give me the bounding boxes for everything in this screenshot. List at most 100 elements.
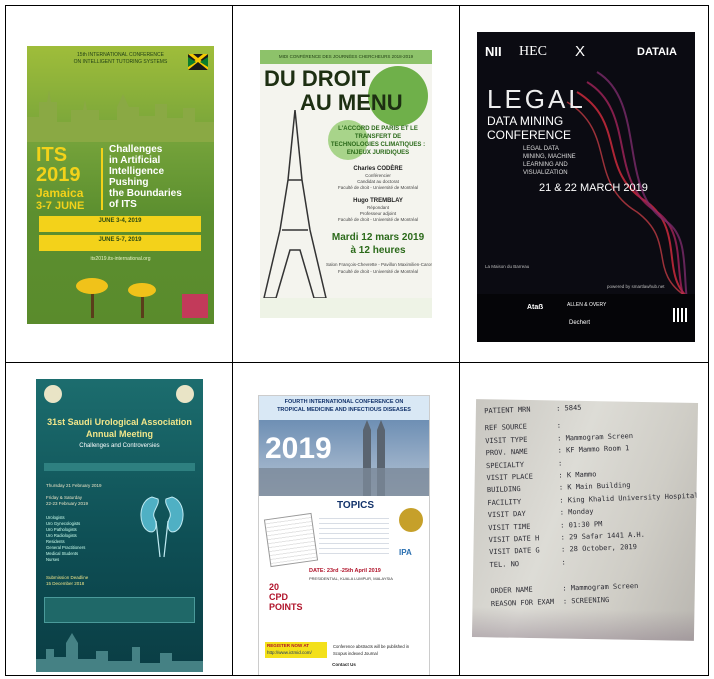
its-place: Jamaica [36, 186, 84, 200]
tropical-topics-list [319, 514, 389, 556]
slip-label: PATIENT MRN [484, 405, 531, 416]
slip-value: : 28 October, 2019 [560, 543, 638, 555]
its-box-2-text: JUNE 5-7, 2019 [98, 237, 142, 243]
slip-value: : [561, 558, 566, 567]
droit-speaker-1-role2: Candidat au doctorat [357, 179, 399, 184]
saudi-logo-left-icon [44, 385, 62, 403]
its-dates: 3-7 JUNE [36, 200, 85, 212]
saudi-logo-right-icon [176, 385, 194, 403]
its-year: 2019 [36, 164, 81, 186]
saudi-deadline: Submission Deadline [46, 575, 89, 580]
slip-value: : KF Mammo Room 1 [557, 444, 630, 455]
droit-subtitle-1: L'ACCORD DE PARIS ET LE [338, 126, 418, 132]
saudi-aud-6: Medical Students [46, 551, 79, 556]
droit-subtitle-2: TRANSFERT DE [354, 134, 402, 140]
its-header: 15th INTERNATIONAL CONFERENCE [77, 52, 164, 58]
legal-logo-hec: HEC [519, 44, 547, 59]
droit-header: MIDI CONFÉRENCE DES JOURNÉES CHERCHEURS … [278, 54, 414, 59]
slip-value: : [556, 421, 562, 431]
saudi-aud-0: Urologists [46, 515, 65, 520]
grid-cell-saudi: 31st Saudi Urological Association Annual… [5, 362, 233, 676]
tropical-contact: Contact Us [332, 662, 356, 667]
saudi-aud-1: Uro Gynecologists [46, 521, 81, 526]
tropical-venue: PRESIDENTIAL, KUALA LUMPUR, MALAYSIA [309, 576, 393, 581]
slip-value: : Mammogram Screen [557, 431, 634, 443]
legal-dates: 21 & 22 MARCH 2019 [539, 182, 648, 194]
its-tagline-3: Intelligence [109, 166, 165, 177]
slip-value: : K Mammo [558, 470, 597, 480]
tropical-notice-card [263, 512, 319, 568]
legal-title-3: CONFERENCE [487, 128, 572, 142]
saudi-aud-3: Uro Radiologists [46, 533, 77, 538]
slip-value: : King Khalid University Hospital [559, 491, 699, 505]
legal-title-2: DATA MINING [487, 114, 564, 128]
droit-title-1: DU DROIT [264, 66, 371, 91]
grid-cell-droit: MIDI CONFÉRENCE DES JOURNÉES CHERCHEURS … [232, 5, 460, 363]
legal-sub-2: MINING, MACHINE [523, 154, 576, 160]
grid-cell-legal: NII HEC X DATAIA LEGAL DATA MINING CONFE… [459, 5, 709, 363]
saudi-date-3: 22-23 February 2019 [46, 501, 89, 506]
saudi-date-2: Friday & Saturday [46, 495, 83, 500]
its-tagline-4: Pushing [109, 177, 149, 188]
tropical-abstract-2: Scopus indexed Journal [333, 651, 378, 656]
grid-cell-tropical: FOURTH INTERNATIONAL CONFERENCE ON TROPI… [232, 362, 460, 676]
droit-venue-1: Salon François-Chevrette - Pavillon Maxi… [326, 262, 432, 267]
droit-speaker-1-role: Conférencier [365, 173, 391, 178]
qr-code-icon [673, 308, 687, 322]
tropical-ipa: IPA [399, 548, 412, 557]
legal-logo-dataia: DATAIA [637, 46, 677, 58]
slip-value: : K Main Building [558, 481, 631, 493]
droit-subtitle-4: ENJEUX JURIDIQUES [346, 150, 410, 156]
legal-footer: powered by smartlawhub.net [607, 284, 665, 289]
slip-label: TEL. NO [489, 559, 520, 569]
its-divider [101, 148, 103, 210]
droit-date: Mardi 12 mars 2019 [331, 232, 425, 243]
jamaica-flag-icon [188, 54, 208, 70]
tropical-poster: FOURTH INTERNATIONAL CONFERENCE ON TROPI… [258, 395, 430, 675]
legal-sponsor-1: Ataẞ [527, 304, 544, 311]
its-box-2: JUNE 5-7, 2019 [39, 235, 201, 251]
legal-sponsor-3: Dechert [569, 320, 591, 326]
tropical-topics: TOPICS [337, 500, 375, 511]
eiffel-tower-icon [263, 110, 327, 299]
city-skyline-icon [27, 90, 214, 142]
tropical-year: 2019 [265, 432, 332, 465]
tropical-header-2: TROPICAL MEDICINE AND INFECTIOUS DISEASE… [277, 407, 411, 413]
droit-venue-2: Faculté de droit - Université de Montréa… [337, 269, 419, 274]
tropical-abstract-1: Conference abstracts will be published i… [333, 644, 410, 649]
slip-value: : 29 Safar 1441 A.H. [560, 530, 646, 542]
tropical-register-1: REGISTER NOW AT [267, 643, 309, 648]
slip-value: : [557, 459, 563, 468]
tropical-cpd-3: POINTS [269, 602, 303, 612]
saudi-title-2: Annual Meeting [86, 429, 153, 439]
legal-logo-nii: NII [485, 44, 502, 59]
its-box-1-text: JUNE 3-4, 2019 [98, 218, 142, 224]
droit-time: à 12 heures [350, 245, 406, 256]
legal-logo-x: X [575, 43, 586, 60]
its-poster: 15th INTERNATIONAL CONFERENCE ON INTELLI… [27, 46, 214, 324]
legal-sub-3: LEARNING AND [523, 162, 568, 168]
saudi-deadline-date: 15 December 2018 [46, 581, 85, 586]
its-box-1: JUNE 3-4, 2019 [39, 216, 201, 232]
legal-title-1: LEGAL [487, 84, 586, 114]
droit-subtitle-3: TECHNOLOGIES CLIMATIQUES : [330, 142, 426, 148]
legal-poster: NII HEC X DATAIA LEGAL DATA MINING CONFE… [477, 32, 695, 342]
slip-value: : Monday [559, 507, 594, 517]
saudi-date-1: Thursday 21 February 2019 [46, 483, 102, 488]
saudi-aud-2: Uro Pathologists [46, 527, 77, 532]
legal-venue: La Maison du Barreau [485, 264, 530, 269]
saudi-fee-table [44, 597, 195, 623]
droit-speaker-1: Charles CODÈRE [353, 166, 403, 172]
slip-value: : Mammogram Screen [562, 582, 639, 593]
grid-cell-its: 15th INTERNATIONAL CONFERENCE ON INTELLI… [5, 5, 233, 363]
tropical-seal-icon [399, 508, 423, 532]
patient-slip-photo: PATIENT MRN: 5845 REF SOURCE: VISIT TYPE… [471, 399, 699, 641]
droit-speaker-2-role2: Professeur adjoint [359, 211, 397, 216]
its-sponsor-logo [182, 294, 208, 318]
tropical-cpd-2: CPD [269, 592, 289, 602]
saudi-aud-5: General Practitioners [46, 545, 86, 550]
saudi-subtitle: Challenges and Controversies [79, 443, 160, 449]
saudi-aud-4: Residents [46, 539, 65, 544]
grid-cell-slip: PATIENT MRN: 5845 REF SOURCE: VISIT TYPE… [459, 362, 709, 676]
saudi-skyline-icon [36, 633, 203, 672]
